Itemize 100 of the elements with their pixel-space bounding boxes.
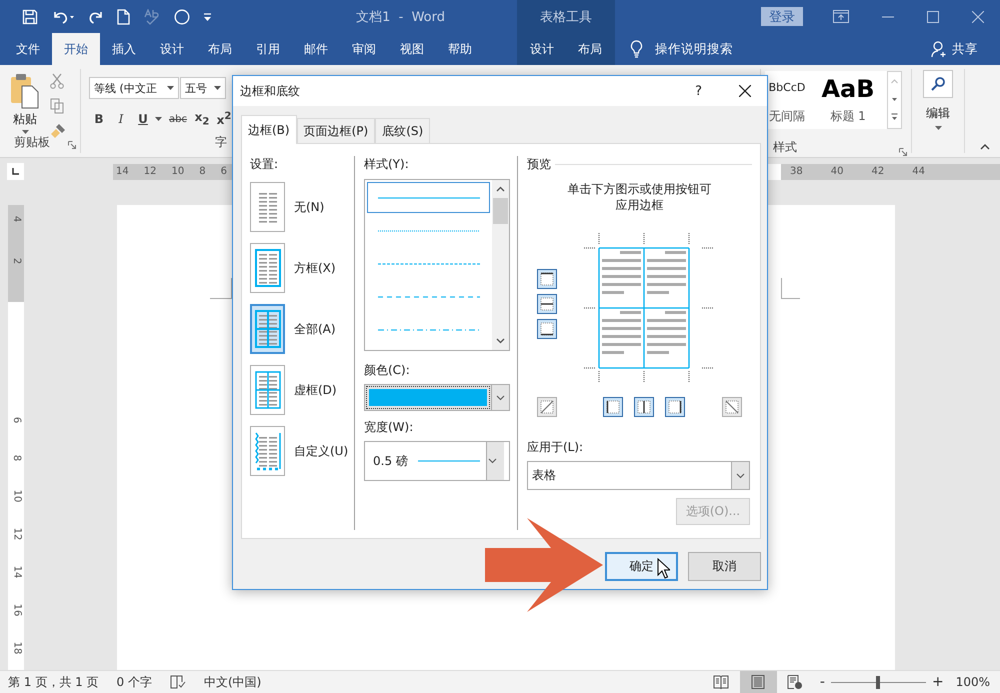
border-toggle-button[interactable] [603, 397, 623, 417]
tab-selector[interactable] [7, 163, 24, 180]
border-icon [540, 400, 554, 414]
ribbon-display-icon[interactable] [833, 10, 849, 23]
setting-label[interactable]: 虚框(D) [294, 382, 337, 398]
word-count[interactable]: 0 个字 [116, 674, 152, 690]
ribbon-tab[interactable]: 视图 [388, 33, 436, 65]
zoom-slider-thumb[interactable] [876, 676, 880, 688]
save-icon[interactable] [22, 8, 38, 24]
ribbon-tab[interactable]: 引用 [244, 33, 292, 65]
circle-icon[interactable] [174, 8, 190, 24]
setting-label[interactable]: 自定义(U) [294, 442, 348, 460]
ok-button[interactable]: 确定 [605, 552, 678, 581]
scrollbar-thumb[interactable] [493, 198, 508, 224]
ribbon-tab[interactable]: 审阅 [340, 33, 388, 65]
format-button[interactable]: x$^{2}$ [214, 109, 234, 129]
cancel-button[interactable]: 取消 [688, 552, 761, 581]
border-toggle-button[interactable] [634, 397, 654, 417]
page-count[interactable]: 第 1 页，共 1 页 [8, 674, 99, 690]
caret-icon [167, 86, 174, 90]
border-setting-button[interactable] [250, 243, 285, 293]
share-button[interactable]: 共享 [952, 40, 978, 58]
ribbon-tab[interactable]: 布局 [196, 33, 244, 65]
border-setting-button[interactable] [250, 304, 285, 354]
font-name-dropdown[interactable]: 等线 (中文正 [89, 77, 179, 99]
person-add-icon[interactable] [931, 40, 948, 58]
ribbon-tab[interactable]: 设计 [518, 33, 566, 65]
ruler-number: 14 [10, 566, 22, 578]
dialog-tab[interactable]: 底纹(S) [375, 118, 430, 143]
format-button[interactable]: x$_{2}$ [192, 109, 212, 129]
format-button[interactable]: I [111, 109, 131, 129]
proofing-icon[interactable] [170, 675, 186, 689]
border-toggle-button[interactable] [537, 397, 557, 417]
scroll-down-icon[interactable] [496, 338, 505, 344]
color-dropdown[interactable] [364, 384, 510, 411]
border-icon [725, 400, 739, 414]
maximize-icon[interactable] [927, 10, 939, 22]
editing-button[interactable]: 编辑 [926, 105, 950, 122]
dialog-tab[interactable]: 边框(B) [241, 115, 297, 144]
dialog-launcher-icon[interactable] [899, 148, 907, 156]
ribbon-tab[interactable]: 开始 [52, 33, 100, 65]
border-setting-button[interactable] [250, 365, 285, 415]
apply-to-dropdown[interactable]: 表格 [527, 461, 750, 490]
document-icon[interactable] [117, 8, 130, 24]
copy-icon[interactable] [50, 98, 65, 114]
dialog-tab[interactable]: 页面边框(P) [296, 118, 376, 143]
line-style-option[interactable] [367, 182, 490, 213]
sign-in-button[interactable]: 登录 [761, 7, 803, 26]
width-dropdown[interactable]: 0.5 磅 [364, 441, 510, 481]
ruler-number: 16 [10, 604, 22, 616]
help-button[interactable]: ? [695, 84, 702, 98]
ribbon-tab[interactable]: 帮助 [436, 33, 484, 65]
format-button[interactable]: U [133, 109, 153, 129]
find-button[interactable] [923, 70, 953, 98]
chevron-down-icon [496, 394, 505, 400]
web-layout-icon [787, 674, 804, 690]
font-size-dropdown[interactable]: 五号 [180, 77, 226, 99]
view-button[interactable] [740, 671, 777, 693]
border-toggle-button[interactable] [722, 397, 742, 417]
format-button[interactable]: abc [166, 109, 190, 129]
zoom-level[interactable]: 100% [956, 675, 990, 689]
border-toggle-button[interactable] [537, 294, 557, 314]
language-indicator[interactable]: 中文(中国) [204, 674, 262, 690]
ruler-number: 10 [171, 166, 184, 177]
minimize-icon[interactable] [882, 16, 894, 18]
dialog-launcher-icon[interactable] [68, 141, 76, 149]
caret-icon[interactable] [934, 126, 942, 130]
ribbon-tab[interactable]: 邮件 [292, 33, 340, 65]
border-toggle-button[interactable] [537, 269, 557, 289]
paste-button[interactable]: 粘贴 [13, 111, 37, 128]
zoom-in-button[interactable]: + [932, 674, 944, 690]
ribbon-tab[interactable]: 设计 [148, 33, 196, 65]
scissors-icon[interactable] [50, 73, 64, 89]
lightbulb-icon[interactable] [630, 40, 643, 58]
border-setting-button[interactable] [250, 426, 285, 476]
setting-label[interactable]: 全部(A) [294, 320, 336, 338]
style-gallery-item[interactable]: AaB 标题 1 [809, 71, 887, 129]
ribbon-tab[interactable]: 文件 [4, 33, 52, 65]
border-toggle-button[interactable] [537, 319, 557, 339]
format-painter-icon[interactable] [50, 123, 66, 139]
collapse-ribbon-icon[interactable] [980, 144, 990, 150]
border-toggle-button[interactable] [665, 397, 685, 417]
setting-label[interactable]: 方框(X) [294, 260, 336, 276]
caret-icon[interactable] [22, 130, 28, 134]
customize-menu-icon[interactable] [203, 12, 212, 22]
border-setting-button[interactable] [250, 182, 285, 232]
paste-icon[interactable] [10, 73, 40, 109]
border-icon [540, 322, 554, 336]
ruler-number: 2 [10, 258, 22, 264]
tell-me-search[interactable]: 操作说明搜索 [655, 40, 733, 58]
close-icon[interactable] [739, 85, 751, 97]
ribbon-tab[interactable]: 插入 [100, 33, 148, 65]
ribbon-tab[interactable]: 布局 [566, 33, 614, 65]
style-gallery-item[interactable]: BbCcD 无间隔 [765, 71, 809, 129]
caret-icon[interactable] [155, 117, 162, 121]
table-icon [254, 370, 282, 410]
zoom-out-button[interactable]: - [820, 674, 825, 690]
setting-label[interactable]: 无(N) [294, 198, 324, 216]
scroll-up-icon[interactable] [496, 186, 505, 192]
format-button[interactable]: B [89, 109, 109, 129]
